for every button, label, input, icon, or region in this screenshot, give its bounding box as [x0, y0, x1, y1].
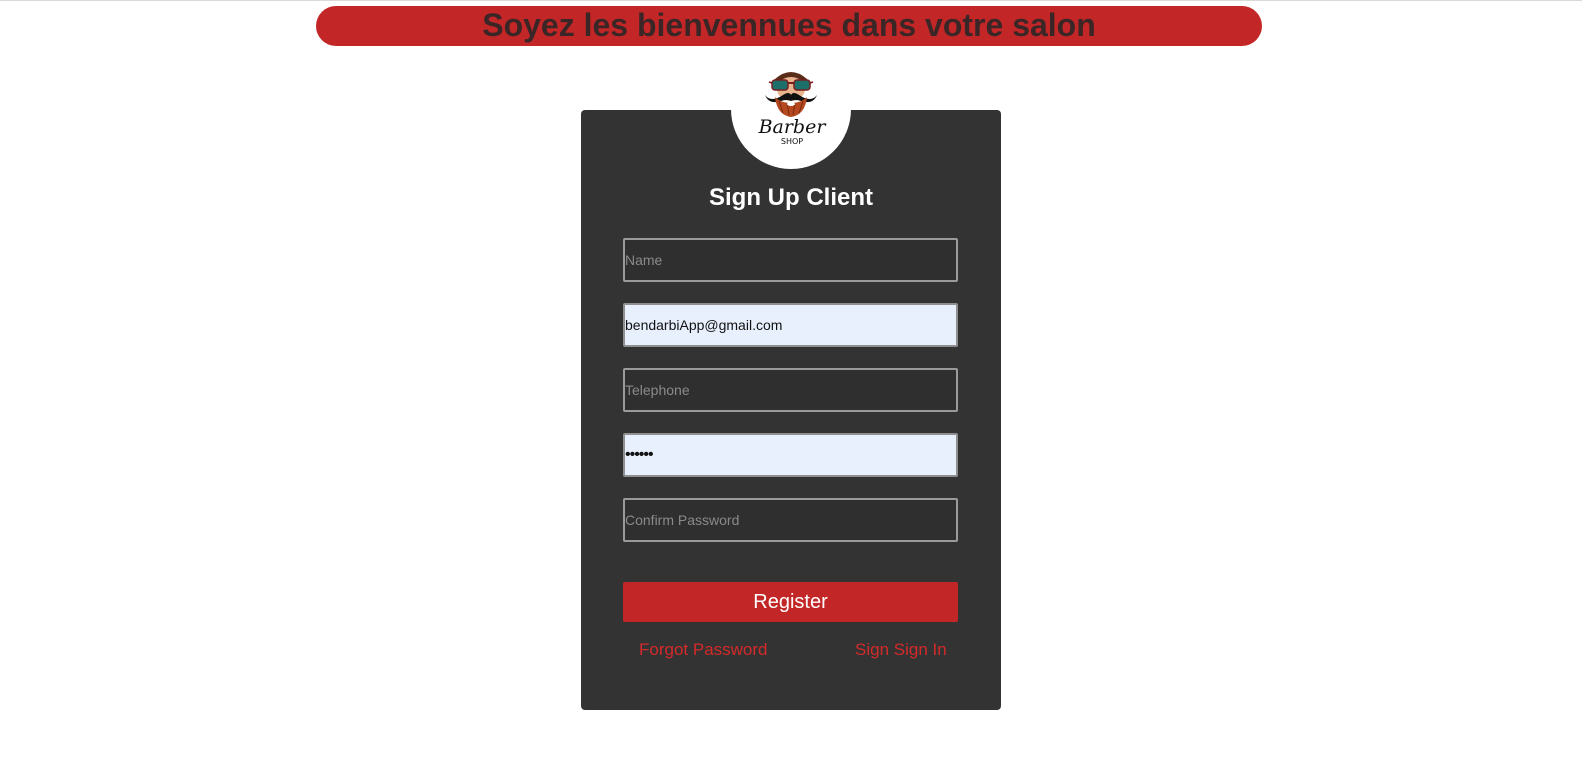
name-input[interactable]	[623, 238, 958, 282]
form-title: Sign Up Client	[709, 184, 873, 211]
barber-logo-icon: Barber SHOP	[758, 72, 828, 146]
banner-title: Soyez les bienvennues dans votre salon	[482, 7, 1096, 43]
welcome-banner: Soyez les bienvennues dans votre salon	[316, 6, 1262, 46]
confirm-password-input[interactable]	[623, 498, 958, 542]
telephone-input[interactable]	[623, 368, 958, 412]
register-button[interactable]: Register	[623, 582, 958, 622]
password-input[interactable]	[623, 433, 958, 477]
logo-text: Barber	[758, 116, 828, 138]
logo-subtext: SHOP	[781, 137, 803, 146]
email-input[interactable]	[623, 303, 958, 347]
sign-in-link[interactable]: Sign Sign In	[855, 640, 947, 660]
top-divider	[0, 0, 1582, 1]
forgot-password-link[interactable]: Forgot Password	[639, 640, 768, 660]
barber-shop-logo: Barber SHOP	[731, 51, 851, 169]
